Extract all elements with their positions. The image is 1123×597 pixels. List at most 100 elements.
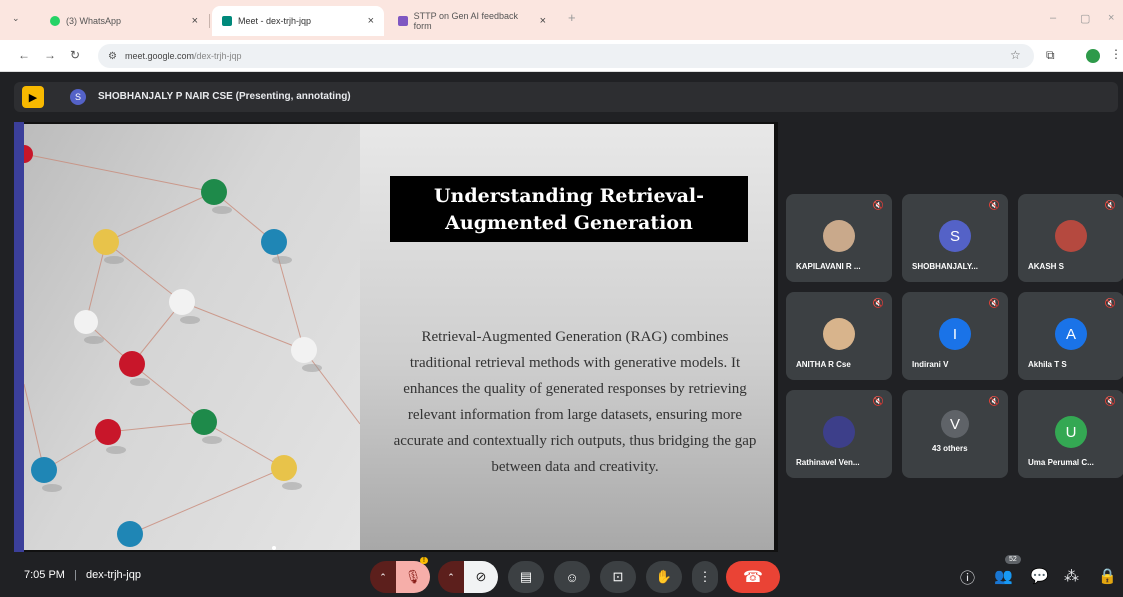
captions-button[interactable]: ▤ — [508, 561, 544, 593]
mic-warning-badge: ! — [420, 557, 428, 564]
muted-mic-icon: 🔇 — [1104, 200, 1116, 210]
microphone-toggle-button[interactable]: 🎙 — [396, 561, 430, 593]
mic-off-icon: 🎙 — [404, 569, 422, 584]
activities-icon[interactable]: ⁂ — [1064, 567, 1079, 585]
end-call-icon: ☎ — [743, 569, 763, 586]
url-input[interactable]: ⚙ meet.google.com/dex-trjh-jqp — [98, 44, 1034, 68]
people-count-badge: 52 — [1005, 555, 1021, 564]
presenter-bar: ▶ S SHOBHANJALY P NAIR CSE (Presenting, … — [14, 82, 1118, 112]
maximize-button[interactable]: ▢ — [1080, 12, 1090, 25]
participant-name: ANITHA R Cse — [796, 360, 851, 369]
participant-tile[interactable]: 🔇 A Akhila T S — [1018, 292, 1123, 380]
current-time: 7:05 PM — [24, 569, 65, 581]
tab-label: (3) WhatsApp — [66, 16, 122, 26]
muted-mic-icon: 🔇 — [872, 396, 884, 406]
participant-tile[interactable]: 🔇 Rathinavel Ven... — [786, 390, 892, 478]
presentation-stage: Understanding Retrieval-Augmented Genera… — [14, 122, 778, 552]
slide-body: Retrieval-Augmented Generation (RAG) com… — [393, 329, 757, 475]
participant-name: Indirani V — [912, 360, 949, 369]
browser-menu-icon[interactable]: ⋮ — [1110, 47, 1122, 61]
participant-avatar: U — [1055, 416, 1087, 448]
back-arrow-icon[interactable]: ← — [18, 48, 30, 62]
participant-name: Uma Perumal C... — [1028, 458, 1094, 467]
info-separator: | — [74, 569, 77, 581]
more-options-button[interactable]: ⋮ — [692, 561, 718, 593]
camera-off-icon: ⊘ — [475, 569, 487, 584]
host-controls-icon[interactable]: 🔒 — [1098, 567, 1117, 585]
participant-name: AKASH S — [1028, 262, 1065, 271]
participant-avatar — [1055, 220, 1087, 252]
presentation-icon[interactable]: ▶ — [22, 86, 44, 108]
people-icon[interactable]: 👥 — [994, 567, 1013, 585]
close-tab-icon[interactable]: × — [192, 15, 198, 27]
camera-toggle-button[interactable]: ⊘ — [464, 561, 498, 593]
bookmark-star-icon[interactable]: ☆ — [1010, 48, 1021, 62]
tab-meet[interactable]: Meet - dex-trjh-jqp × — [212, 6, 384, 36]
participant-avatar — [823, 416, 855, 448]
participant-name: SHOBHANJALY... — [912, 262, 978, 271]
muted-mic-icon: 🔇 — [1104, 396, 1116, 406]
forward-arrow-icon[interactable]: → — [44, 48, 56, 62]
meet-window: ▶ S SHOBHANJALY P NAIR CSE (Presenting, … — [0, 72, 1123, 597]
pushpin-network-illustration — [24, 145, 360, 550]
forms-icon — [398, 16, 408, 26]
participant-name: Rathinavel Ven... — [796, 458, 860, 467]
new-tab-button[interactable]: + — [568, 10, 576, 25]
close-tab-icon[interactable]: × — [368, 15, 374, 27]
leave-call-button[interactable]: ☎ — [726, 561, 780, 593]
muted-mic-icon: 🔇 — [988, 200, 1000, 210]
meet-icon — [222, 16, 232, 26]
muted-mic-icon: 🔇 — [988, 298, 1000, 308]
chat-icon[interactable]: 💬 — [1030, 567, 1049, 585]
participant-tile[interactable]: 🔇 KAPILAVANI R ... — [786, 194, 892, 282]
tab-search-icon[interactable]: ⌄ — [12, 13, 20, 24]
muted-mic-icon: 🔇 — [1104, 298, 1116, 308]
participant-tile[interactable]: 🔇 V 43 others — [902, 390, 1008, 478]
video-options-button[interactable]: ⌃ — [438, 561, 464, 593]
stage-edge — [14, 122, 24, 552]
tab-forms[interactable]: STTP on Gen AI feedback form × — [388, 6, 556, 36]
participant-tile[interactable]: 🔇 U Uma Perumal C... — [1018, 390, 1123, 478]
participant-avatar: A — [1055, 318, 1087, 350]
muted-mic-icon: 🔇 — [988, 396, 1000, 406]
tab-label: STTP on Gen AI feedback form — [413, 11, 519, 31]
presenter-avatar: S — [70, 89, 86, 105]
presenter-label: SHOBHANJALY P NAIR CSE (Presenting, anno… — [98, 91, 351, 102]
participant-tile[interactable]: 🔇 AKASH S — [1018, 194, 1123, 282]
close-window-button[interactable]: × — [1108, 12, 1114, 24]
participant-tile[interactable]: 🔇 I Indirani V — [902, 292, 1008, 380]
address-bar: ← → ↻ ⚙ meet.google.com/dex-trjh-jqp ☆ ⧉… — [0, 40, 1123, 72]
participant-name: Akhila T S — [1028, 360, 1067, 369]
tab-whatsapp[interactable]: (3) WhatsApp × — [40, 6, 208, 36]
participant-avatar: S — [939, 220, 971, 252]
meeting-info: 7:05 PM | dex-trjh-jqp — [24, 569, 141, 581]
hand-icon: ✋ — [655, 569, 673, 584]
profile-avatar[interactable] — [1086, 49, 1100, 63]
more-vert-icon: ⋮ — [698, 569, 712, 584]
meeting-details-icon[interactable]: ⓘ — [960, 567, 975, 588]
slide-title: Understanding Retrieval-Augmented Genera… — [390, 176, 748, 242]
muted-mic-icon: 🔇 — [872, 298, 884, 308]
slide: Understanding Retrieval-Augmented Genera… — [360, 124, 774, 550]
reload-icon[interactable]: ↻ — [70, 48, 80, 62]
participant-tile[interactable]: 🔇 ANITHA R Cse — [786, 292, 892, 380]
raise-hand-button[interactable]: ✋ — [646, 561, 682, 593]
pushpin-network-image — [24, 124, 360, 550]
url-host: meet.google.com — [124, 51, 195, 61]
browser-tab-bar: ⌄ (3) WhatsApp × Meet - dex-trjh-jqp × S… — [0, 0, 1123, 40]
meet-control-bar: 7:05 PM | dex-trjh-jqp ⌃ 🎙 ! ⌃ ⊘ ▤ ☺ ⊡ ✋… — [0, 555, 1123, 597]
reactions-button[interactable]: ☺ — [554, 561, 590, 593]
minimize-button[interactable]: – — [1050, 12, 1056, 24]
meeting-code: dex-trjh-jqp — [85, 569, 141, 581]
muted-mic-icon: 🔇 — [872, 200, 884, 210]
participant-tile[interactable]: 🔇 S SHOBHANJALY... — [902, 194, 1008, 282]
close-tab-icon[interactable]: × — [540, 15, 546, 27]
extensions-icon[interactable]: ⧉ — [1046, 48, 1055, 63]
url-path: /dex-trjh-jqp — [194, 51, 242, 61]
site-info-icon[interactable]: ⚙ — [108, 51, 117, 62]
tab-separator — [209, 14, 210, 28]
audio-options-button[interactable]: ⌃ — [370, 561, 396, 593]
participant-name: 43 others — [932, 444, 968, 453]
tab-label: Meet - dex-trjh-jqp — [238, 16, 312, 26]
present-button[interactable]: ⊡ — [600, 561, 636, 593]
